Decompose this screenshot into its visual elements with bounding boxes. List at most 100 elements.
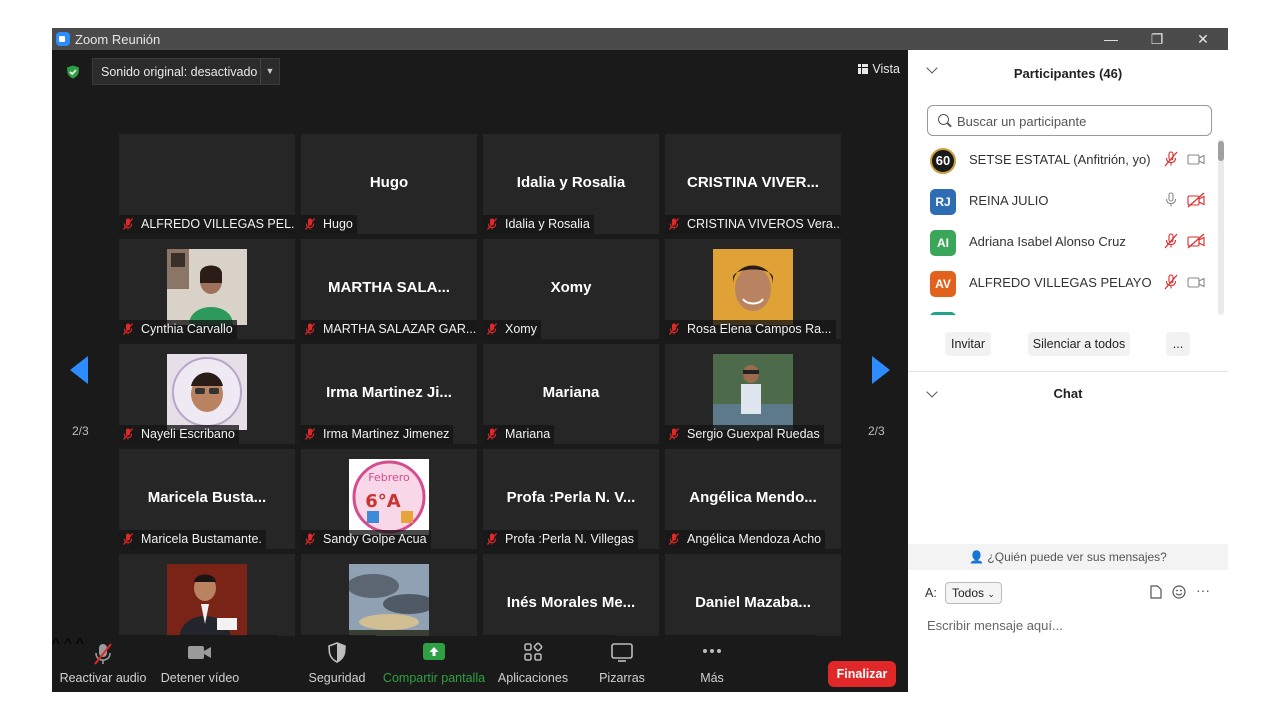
share-screen-button[interactable]: Compartir pantalla: [382, 636, 486, 692]
participant-tile[interactable]: Nayeli Escribano: [119, 344, 295, 444]
muted-microphone-icon: [669, 428, 679, 440]
participant-tile[interactable]: Idalia y Rosalia Idalia y Rosalia: [483, 134, 659, 234]
whiteboards-button[interactable]: Pizarras: [588, 636, 656, 692]
video-feed: [349, 564, 429, 640]
muted-microphone-icon: [669, 323, 679, 335]
chat-message-input[interactable]: [925, 614, 1219, 636]
participant-tile[interactable]: MARTHA SALA... MARTHA SALAZAR GAR...: [301, 239, 477, 339]
muted-microphone-icon[interactable]: [1164, 233, 1178, 249]
emoji-icon[interactable]: [1172, 585, 1186, 599]
previous-page-arrow-icon[interactable]: [70, 356, 88, 384]
participant-search[interactable]: [927, 105, 1212, 136]
participant-tile[interactable]: Xomy Xomy: [483, 239, 659, 339]
participant-name: Adriana Isabel Alonso Cruz: [969, 234, 1126, 249]
more-button[interactable]: Más: [682, 636, 742, 692]
restore-button[interactable]: ❐: [1134, 28, 1180, 50]
participant-tile[interactable]: Febrero 6°A Sandy Golpe Acua: [301, 449, 477, 549]
video-feed: Febrero 6°A: [349, 459, 429, 535]
avatar: [930, 312, 956, 315]
participant-row[interactable]: RJ REINA JULIO: [908, 180, 1218, 221]
video-off-icon[interactable]: [1187, 192, 1205, 208]
avatar: AI: [930, 230, 956, 256]
participant-row[interactable]: AV ALFREDO VILLEGAS PELAYO: [908, 262, 1218, 303]
participant-name: REINA JULIO: [969, 193, 1049, 208]
participant-name-text: Mariana: [505, 427, 551, 441]
microphone-icon[interactable]: [1164, 192, 1178, 208]
participant-tile[interactable]: Hugo Hugo: [301, 134, 477, 234]
whiteboard-icon: [611, 643, 633, 662]
participant-tile[interactable]: Profa :Perla N. V... Profa :Perla N. Vill…: [483, 449, 659, 549]
share-screen-icon: [423, 643, 445, 660]
participant-display-name: Mariana: [542, 384, 600, 401]
participant-name-text: Irma Martinez Jimenez: [323, 427, 450, 441]
participant-display-name: Idalia y Rosalia: [516, 174, 626, 191]
minimize-button[interactable]: —: [1088, 28, 1134, 50]
muted-microphone-icon: [487, 533, 497, 545]
apps-button[interactable]: Aplicaciones: [496, 636, 570, 692]
participant-display-name: Hugo: [369, 174, 409, 191]
participant-tile[interactable]: Angélica Mendo... Angélica Mendoza Acho: [665, 449, 841, 549]
next-page-arrow-icon[interactable]: [872, 356, 890, 384]
video-feed: [167, 354, 247, 430]
end-meeting-button[interactable]: Finalizar: [828, 661, 896, 687]
view-button[interactable]: Vista: [858, 62, 900, 76]
who-can-see-messages[interactable]: 👤 ¿Quién puede ver sus mensajes?: [908, 544, 1228, 570]
original-sound-toggle[interactable]: Sonido original: desactivado ▼: [92, 58, 280, 85]
search-icon: [938, 114, 949, 125]
participant-tile[interactable]: CRISTINA VIVER... CRISTINA VIVEROS Vera..…: [665, 134, 841, 234]
participant-row[interactable]: AI Adriana Isabel Alonso Cruz: [908, 221, 1218, 262]
participant-name-text: Xomy: [505, 322, 537, 336]
participant-tile[interactable]: Maricela Busta... Maricela Bustamante.: [119, 449, 295, 549]
participant-name-text: Idalia y Rosalia: [505, 217, 590, 231]
participant-list-scrollbar[interactable]: [1218, 139, 1224, 315]
chat-to-label: A:: [925, 586, 937, 600]
video-camera-icon[interactable]: [1187, 274, 1205, 290]
participant-name-text: MARTHA SALAZAR GAR...: [323, 322, 477, 336]
participant-name-label: Xomy: [483, 320, 541, 339]
stop-video-button[interactable]: Detener vídeo: [156, 636, 244, 692]
muted-microphone-icon[interactable]: [1164, 274, 1178, 290]
participant-name-label: Profa :Perla N. Villegas: [483, 530, 638, 549]
participant-name-label: CRISTINA VIVEROS Vera...: [665, 215, 841, 234]
participant-tile[interactable]: Irma Martinez Ji... Irma Martinez Jimenez: [301, 344, 477, 444]
chat-recipient-dropdown[interactable]: Todos ⌄: [945, 582, 1002, 604]
participant-display-name: Xomy: [550, 279, 592, 296]
avatar: AV: [930, 271, 956, 297]
participant-tile[interactable]: Cynthia Carvallo: [119, 239, 295, 339]
invite-button[interactable]: Invitar: [945, 332, 991, 356]
security-button[interactable]: Seguridad: [302, 636, 372, 692]
chat-more-icon[interactable]: ···: [1196, 582, 1210, 598]
participant-tile[interactable]: Rosa Elena Campos Ra...: [665, 239, 841, 339]
video-camera-icon[interactable]: [1187, 151, 1205, 167]
participant-row[interactable]: 60 SETSE ESTATAL (Anfitrión, yo): [908, 139, 1218, 180]
participant-tile[interactable]: Sergio Guexpal Ruedas: [665, 344, 841, 444]
participant-row-partial[interactable]: [908, 303, 1218, 315]
participants-more-button[interactable]: ...: [1166, 332, 1190, 356]
participant-name-text: Profa :Perla N. Villegas: [505, 532, 634, 546]
participant-name-label: Rosa Elena Campos Ra...: [665, 320, 836, 339]
chevron-down-icon[interactable]: ▼: [260, 59, 279, 84]
video-off-icon[interactable]: [1187, 233, 1205, 249]
muted-microphone-icon: [123, 218, 133, 230]
muted-microphone-icon: [305, 428, 315, 440]
muted-microphone-icon: [305, 533, 315, 545]
participant-tile[interactable]: ALFREDO VILLEGAS PEL...: [119, 134, 295, 234]
mute-all-button[interactable]: Silenciar a todos: [1028, 332, 1130, 356]
participant-search-input[interactable]: [955, 111, 1199, 131]
participant-name-label: Mariana: [483, 425, 555, 444]
participant-name-text: Maricela Bustamante.: [141, 532, 262, 546]
stop-video-label: Detener vídeo: [160, 671, 240, 685]
video-camera-icon: [188, 646, 211, 659]
avatar: RJ: [930, 189, 956, 215]
participant-list[interactable]: 60 SETSE ESTATAL (Anfitrión, yo) RJ REINA J…: [908, 139, 1218, 315]
close-button[interactable]: ✕: [1180, 28, 1226, 50]
unmute-audio-button[interactable]: Reactivar audio: [58, 636, 148, 692]
muted-microphone-icon: [123, 428, 133, 440]
participant-display-name: Inés Morales Me...: [506, 594, 636, 611]
participant-display-name: Irma Martinez Ji...: [326, 384, 452, 401]
encryption-shield-icon[interactable]: [66, 65, 80, 79]
file-icon[interactable]: [1150, 585, 1162, 599]
participant-tile[interactable]: Mariana Mariana: [483, 344, 659, 444]
muted-microphone-icon[interactable]: [1164, 151, 1178, 167]
scrollbar-thumb[interactable]: [1218, 141, 1224, 161]
